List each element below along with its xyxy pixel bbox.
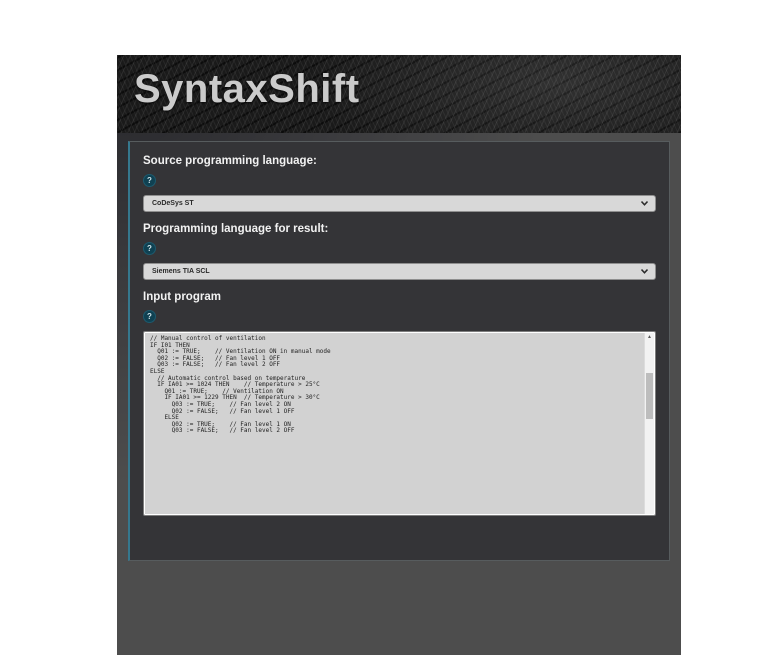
source-language-select[interactable]: CoDeSys ST xyxy=(143,195,656,212)
source-language-label: Source programming language: xyxy=(143,155,317,167)
chevron-down-icon xyxy=(641,269,648,274)
translation-form: Source programming language: ? CoDeSys S… xyxy=(128,141,670,561)
target-language-help-button[interactable]: ? xyxy=(143,242,156,255)
app-header: SyntaxShift xyxy=(117,55,681,133)
input-program-wrapper: // Manual control of ventilation IF I01 … xyxy=(143,331,656,516)
textarea-scrollbar[interactable]: ▲ xyxy=(644,333,654,514)
target-language-selected-value: Siemens TIA SCL xyxy=(152,268,210,275)
target-language-label: Programming language for result: xyxy=(143,223,329,235)
input-program-help-button[interactable]: ? xyxy=(143,310,156,323)
scroll-up-button[interactable]: ▲ xyxy=(645,333,654,342)
input-program-textarea[interactable]: // Manual control of ventilation IF I01 … xyxy=(143,331,656,516)
source-language-help-button[interactable]: ? xyxy=(143,174,156,187)
source-language-selected-value: CoDeSys ST xyxy=(152,200,194,207)
app-title: SyntaxShift xyxy=(134,67,360,111)
scrollbar-thumb[interactable] xyxy=(646,373,653,419)
input-program-label: Input program xyxy=(143,291,221,303)
target-language-select[interactable]: Siemens TIA SCL xyxy=(143,263,656,280)
chevron-down-icon xyxy=(641,201,648,206)
app-container: SyntaxShift Source programming language:… xyxy=(117,55,681,655)
